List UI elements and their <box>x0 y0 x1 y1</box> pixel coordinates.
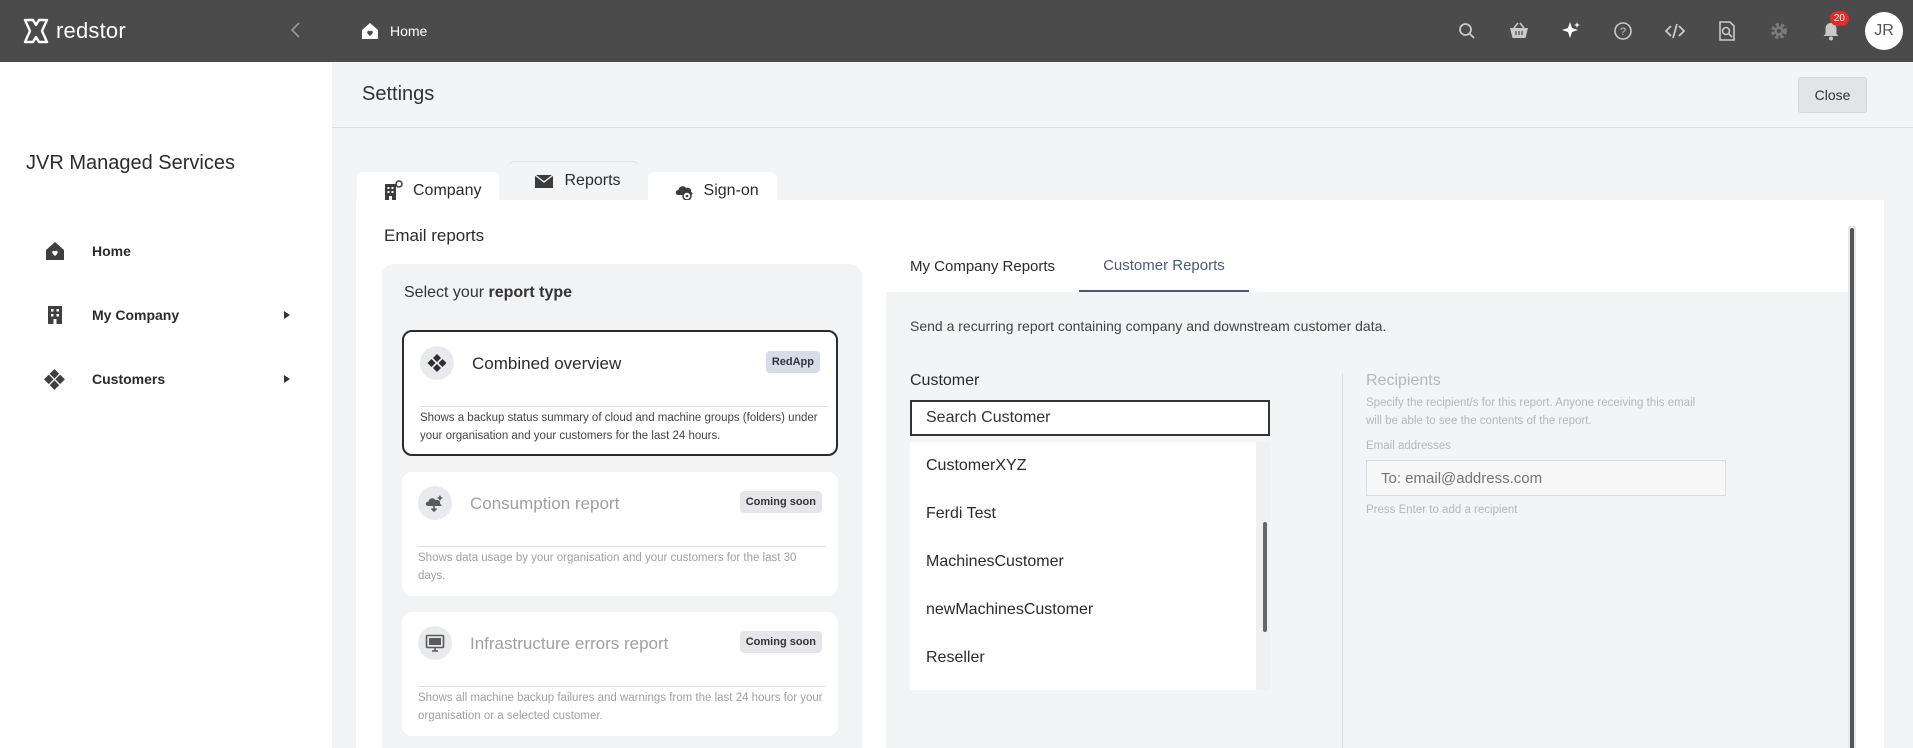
avatar[interactable]: JR <box>1865 12 1903 50</box>
sidebar-item-customers[interactable]: Customers <box>44 359 296 399</box>
notifications-button[interactable]: 20 <box>1805 0 1857 62</box>
divider <box>1342 374 1343 748</box>
card-description: Shows a backup status summary of cloud a… <box>420 406 828 445</box>
card-description: Shows data usage by your organisation an… <box>418 546 826 585</box>
email-field[interactable] <box>1366 460 1726 496</box>
report-type-prefix: Select your <box>404 284 485 301</box>
dropdown-scrollbar-thumb[interactable] <box>1263 522 1267 632</box>
main-content: Settings Close Company Reports Sign-on E… <box>332 62 1913 748</box>
building-icon <box>48 306 62 324</box>
tab-customer-reports[interactable]: Customer Reports <box>1079 240 1249 292</box>
card-description: Shows all machine backup failures and wa… <box>418 686 826 725</box>
report-card-infrastructure-errors: Infrastructure errors report Coming soon… <box>402 612 838 736</box>
building-gear-icon <box>385 180 403 201</box>
customers-icon <box>44 368 65 390</box>
mail-icon <box>535 174 554 188</box>
report-configuration: My Company Reports Customer Reports Send… <box>886 240 1856 748</box>
report-type-heading: Select your report type <box>404 284 572 302</box>
settings-header: Settings Close <box>332 62 1913 128</box>
reports-panel: Email reports Select your report type Co… <box>356 200 1884 748</box>
panel-scrollbar-thumb[interactable] <box>1850 228 1854 748</box>
sidebar: JVR Managed Services Home My Company Cus… <box>0 62 332 748</box>
tab-label: Sign-on <box>703 182 759 199</box>
card-title: Combined overview <box>472 354 622 373</box>
tab-label: Reports <box>564 172 621 189</box>
page-title: Settings <box>362 83 435 105</box>
search-icon <box>1459 23 1475 39</box>
basket-icon <box>1510 22 1528 38</box>
tab-label: Company <box>413 182 482 199</box>
dropdown-option-newmachinescustomer[interactable]: newMachinesCustomer <box>910 586 1270 634</box>
brand-name: redstor <box>56 18 126 43</box>
dropdown-option-machinescustomer[interactable]: MachinesCustomer <box>910 538 1270 586</box>
ai-assistant-button[interactable] <box>1545 0 1597 62</box>
consumption-icon-wrap <box>418 486 452 520</box>
customer-reports-content: Send a recurring report containing compa… <box>886 292 1856 748</box>
redstor-logo-icon <box>23 18 49 44</box>
home-icon <box>362 23 378 39</box>
tab-my-company-reports[interactable]: My Company Reports <box>886 240 1079 292</box>
developer-button[interactable] <box>1649 0 1701 62</box>
report-card-consumption: Consumption report Coming soon Shows dat… <box>402 472 838 596</box>
home-icon <box>46 242 64 260</box>
infrastructure-icon-wrap <box>418 626 452 660</box>
caret-right-icon <box>284 375 290 383</box>
recipients-title: Recipients <box>1366 372 1441 389</box>
search-button[interactable] <box>1441 0 1493 62</box>
org-name: JVR Managed Services <box>26 152 235 174</box>
cloud-lock-icon <box>675 186 693 201</box>
brand: redstor <box>0 0 332 62</box>
breadcrumb[interactable]: Home <box>360 21 427 41</box>
search-document-icon <box>1719 21 1735 41</box>
help-button[interactable]: ? <box>1597 0 1649 62</box>
svg-text:?: ? <box>1620 26 1626 38</box>
sidebar-item-label: My Company <box>92 307 180 323</box>
panel-scrollbar[interactable] <box>1848 226 1856 748</box>
help-icon: ? <box>1614 22 1632 40</box>
customer-search-input[interactable] <box>910 400 1270 436</box>
report-type-section: Select your report type Combined overvie… <box>382 264 862 748</box>
notification-badge: 20 <box>1829 11 1849 26</box>
email-addresses-label: Email addresses <box>1366 440 1452 452</box>
consumption-icon <box>425 495 443 513</box>
dropdown-option-reseller[interactable]: Reseller <box>910 634 1270 682</box>
report-card-combined-overview[interactable]: Combined overview RedApp Shows a backup … <box>402 330 838 456</box>
report-subtabs: My Company Reports Customer Reports <box>886 240 1856 292</box>
gear-icon <box>1771 23 1787 39</box>
sidebar-item-my-company[interactable]: My Company <box>44 295 296 335</box>
monitor-icon <box>425 634 445 652</box>
combined-overview-icon <box>427 354 447 372</box>
sidebar-item-label: Home <box>92 243 131 259</box>
customer-reports-description: Send a recurring report containing compa… <box>910 318 1387 334</box>
customer-dropdown: CustomerXYZ Ferdi Test MachinesCustomer … <box>910 442 1270 690</box>
collapse-sidebar-icon[interactable] <box>284 18 308 42</box>
status-badge: Coming soon <box>739 491 822 513</box>
dropdown-option-ferdi-test[interactable]: Ferdi Test <box>910 490 1270 538</box>
recipients-description: Specify the recipient/s for this report.… <box>1366 397 1696 427</box>
card-title: Consumption report <box>470 494 620 513</box>
top-icons: ? 20 JR <box>1441 0 1903 62</box>
email-hint: Press Enter to add a recipient <box>1366 504 1518 516</box>
settings-button[interactable] <box>1753 0 1805 62</box>
code-icon <box>1664 23 1686 39</box>
email-reports-title: Email reports <box>384 226 485 245</box>
sidebar-item-label: Customers <box>92 371 166 387</box>
top-bar: redstor Home ? 20 JR <box>0 0 1913 62</box>
close-button[interactable]: Close <box>1798 77 1867 113</box>
breadcrumb-home: Home <box>390 23 428 39</box>
status-badge: Coming soon <box>739 631 822 653</box>
dropdown-scrollbar[interactable] <box>1256 442 1270 690</box>
customer-label: Customer <box>910 372 980 389</box>
card-title: Infrastructure errors report <box>470 634 669 653</box>
report-type-bold: report type <box>488 284 573 301</box>
caret-right-icon <box>284 311 290 319</box>
audit-button[interactable] <box>1701 0 1753 62</box>
sidebar-item-home[interactable]: Home <box>44 231 296 271</box>
dropdown-option-customerxyz[interactable]: CustomerXYZ <box>910 442 1270 490</box>
status-badge: RedApp <box>765 351 820 373</box>
basket-button[interactable] <box>1493 0 1545 62</box>
sparkle-icon <box>1562 22 1580 38</box>
combined-icon-wrap <box>420 346 454 380</box>
